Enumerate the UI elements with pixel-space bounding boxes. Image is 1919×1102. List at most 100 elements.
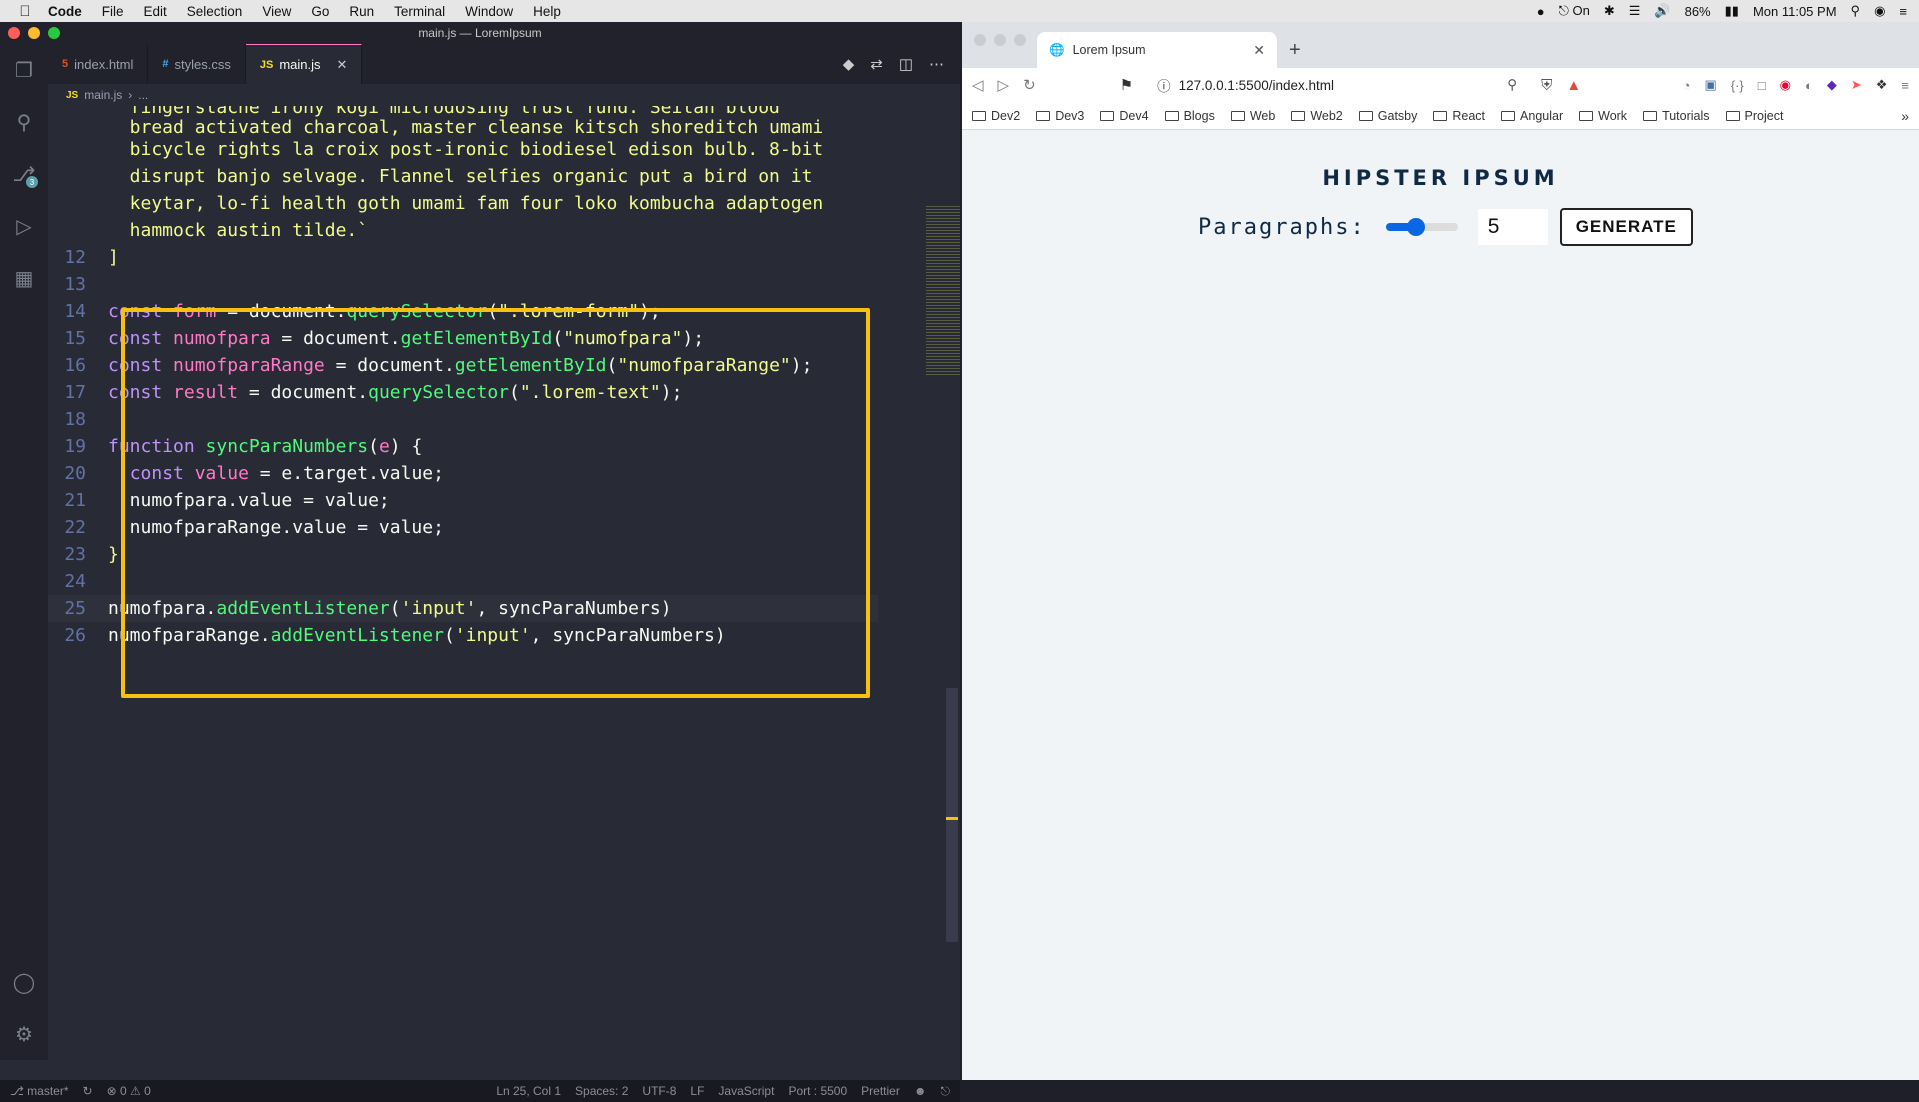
bookmark-folder[interactable]: Gatsby xyxy=(1358,109,1417,123)
bookmark-folder[interactable]: Angular xyxy=(1501,109,1563,123)
reload-icon[interactable]: ↻ xyxy=(1023,76,1036,94)
bookmark-folder[interactable]: Web xyxy=(1230,109,1275,123)
bookmark-folder[interactable]: Dev4 xyxy=(1100,109,1149,123)
split-editor-icon[interactable]: ◫ xyxy=(899,55,913,73)
encoding[interactable]: UTF-8 xyxy=(642,1084,676,1098)
menu-go[interactable]: Go xyxy=(301,4,339,19)
volume-icon[interactable]: 🔊 xyxy=(1654,3,1670,19)
bookmark-folder[interactable]: Project xyxy=(1725,109,1783,123)
extension-icon[interactable]: ◔ xyxy=(1683,78,1691,93)
accounts-icon[interactable]: ◯ xyxy=(0,956,48,1008)
editor-scrollbar[interactable] xyxy=(946,688,958,942)
code-editor[interactable]: fingerstache irony kogi microdosing trus… xyxy=(48,106,960,1080)
live-server-port[interactable]: Port : 5500 xyxy=(788,1084,847,1098)
extension-icon[interactable]: □ xyxy=(1758,78,1766,93)
battery-percent[interactable]: 86% xyxy=(1685,4,1711,19)
menu-app-name[interactable]: Code xyxy=(38,4,92,19)
bookmark-folder[interactable]: Web2 xyxy=(1291,109,1343,123)
wifi-icon[interactable]: ☰ xyxy=(1629,3,1641,19)
minimize-window-button[interactable] xyxy=(28,27,40,39)
back-icon[interactable]: ◁ xyxy=(972,76,984,94)
extension-icon[interactable]: {·} xyxy=(1731,78,1744,93)
control-center-icon[interactable]: ≡ xyxy=(1899,4,1907,19)
brave-shield-icon[interactable]: ⛨ xyxy=(1541,77,1552,94)
language-mode[interactable]: JavaScript xyxy=(718,1084,774,1098)
end-of-line[interactable]: LF xyxy=(690,1084,704,1098)
bookmark-folder[interactable]: Dev2 xyxy=(972,109,1020,123)
siri-icon[interactable]: ◉ xyxy=(1874,3,1885,19)
brave-rewards-icon[interactable]: ▲ xyxy=(1566,77,1581,94)
menu-file[interactable]: File xyxy=(92,4,134,19)
forward-icon[interactable]: ▷ xyxy=(998,76,1010,94)
range-thumb[interactable] xyxy=(1406,218,1425,236)
prettier-status[interactable]: Prettier xyxy=(861,1084,900,1098)
focus-icon[interactable]: ⎋ On xyxy=(1559,3,1590,19)
url-text[interactable]: 127.0.0.1:5500/index.html xyxy=(1179,78,1334,93)
extension-icon[interactable]: ◐ xyxy=(1805,78,1813,93)
zoom-icon[interactable]: ⚲ xyxy=(1507,77,1517,93)
menu-view[interactable]: View xyxy=(252,4,301,19)
browser-tab[interactable]: 🌐 Lorem Ipsum ✕ xyxy=(1037,32,1277,68)
git-compare-icon[interactable]: ◆ xyxy=(843,55,855,73)
explorer-icon[interactable]: ❐ xyxy=(0,44,48,96)
bookmark-folder[interactable]: Dev3 xyxy=(1036,109,1084,123)
clock[interactable]: Mon 11:05 PM xyxy=(1753,4,1837,19)
git-branch[interactable]: ⎇ master* xyxy=(10,1084,69,1098)
bluetooth-icon[interactable]: ✱ xyxy=(1604,3,1615,19)
bookmark-folder[interactable]: Tutorials xyxy=(1643,109,1710,123)
browser-minimize-button[interactable] xyxy=(994,34,1006,46)
extension-icon[interactable]: ▣ xyxy=(1704,77,1716,93)
open-changes-icon[interactable]: ⇄ xyxy=(870,55,883,73)
browser-menu-icon[interactable]: ≡ xyxy=(1901,78,1909,93)
more-bookmarks-icon[interactable]: » xyxy=(1901,108,1909,124)
zoom-window-button[interactable] xyxy=(48,27,60,39)
extension-icon[interactable]: ◆ xyxy=(1827,77,1837,93)
feedback-icon[interactable]: ☻ xyxy=(914,1084,927,1098)
manage-gear-icon[interactable]: ⚙ xyxy=(0,1008,48,1060)
generate-button[interactable]: GENERATE xyxy=(1559,208,1693,246)
bookmark-folder[interactable]: React xyxy=(1433,109,1485,123)
bookmark-folder[interactable]: Blogs xyxy=(1164,109,1215,123)
battery-icon[interactable]: ▮▮ xyxy=(1725,3,1739,19)
notifications-bell-icon[interactable]: ⎋ xyxy=(941,1084,951,1099)
paragraphs-range-slider[interactable] xyxy=(1385,218,1458,236)
menu-window[interactable]: Window xyxy=(455,4,523,19)
browser-zoom-button[interactable] xyxy=(1014,34,1026,46)
sync-icon[interactable]: ↻ xyxy=(83,1084,93,1098)
menu-terminal[interactable]: Terminal xyxy=(384,4,455,19)
address-bar[interactable]: ⓘ 127.0.0.1:5500/index.html ⚲ xyxy=(1147,71,1528,99)
cursor-position[interactable]: Ln 25, Col 1 xyxy=(496,1084,561,1098)
paragraphs-number-input[interactable]: 5 xyxy=(1477,209,1548,245)
breadcrumb-rest[interactable]: ... xyxy=(138,88,148,102)
extension-icon[interactable]: ➤ xyxy=(1851,77,1862,93)
close-tab-icon[interactable]: ✕ xyxy=(337,57,348,73)
menu-selection[interactable]: Selection xyxy=(177,4,253,19)
apple-menu-icon[interactable]:  xyxy=(12,3,38,20)
run-debug-icon[interactable]: ▷ xyxy=(0,200,48,252)
indentation[interactable]: Spaces: 2 xyxy=(575,1084,628,1098)
bookmark-folder[interactable]: Work xyxy=(1579,109,1627,123)
close-window-button[interactable] xyxy=(8,27,20,39)
color-picker-extension-icon[interactable]: ◉ xyxy=(1780,77,1791,93)
spotlight-search-icon[interactable]: ⚲ xyxy=(1851,3,1861,19)
close-tab-icon[interactable]: ✕ xyxy=(1253,42,1265,59)
tab-index-html[interactable]: 5 index.html xyxy=(48,44,149,84)
browser-close-button[interactable] xyxy=(974,34,986,46)
menu-help[interactable]: Help xyxy=(523,4,571,19)
search-icon[interactable]: ⚲ xyxy=(0,96,48,148)
site-info-icon[interactable]: ⓘ xyxy=(1157,75,1171,95)
minimap[interactable] xyxy=(926,206,960,376)
problems-indicator[interactable]: ⊗ 0 ⚠ 0 xyxy=(107,1084,151,1098)
bookmark-icon[interactable]: ⚑ xyxy=(1120,76,1133,94)
more-actions-icon[interactable]: ⋯ xyxy=(929,55,944,73)
menu-run[interactable]: Run xyxy=(339,4,384,19)
tab-styles-css[interactable]: # styles.css xyxy=(148,44,246,84)
menu-edit[interactable]: Edit xyxy=(134,4,177,19)
source-control-icon[interactable]: ⎇ 3 xyxy=(0,148,48,200)
tab-main-js[interactable]: JS main.js ✕ xyxy=(245,44,363,84)
record-icon[interactable]: ● xyxy=(1537,4,1545,19)
extensions-puzzle-icon[interactable]: ❖ xyxy=(1876,77,1888,93)
breadcrumb-file[interactable]: main.js xyxy=(84,88,122,102)
extensions-icon[interactable]: ▦ xyxy=(0,252,48,304)
new-tab-button[interactable]: + xyxy=(1289,39,1301,62)
